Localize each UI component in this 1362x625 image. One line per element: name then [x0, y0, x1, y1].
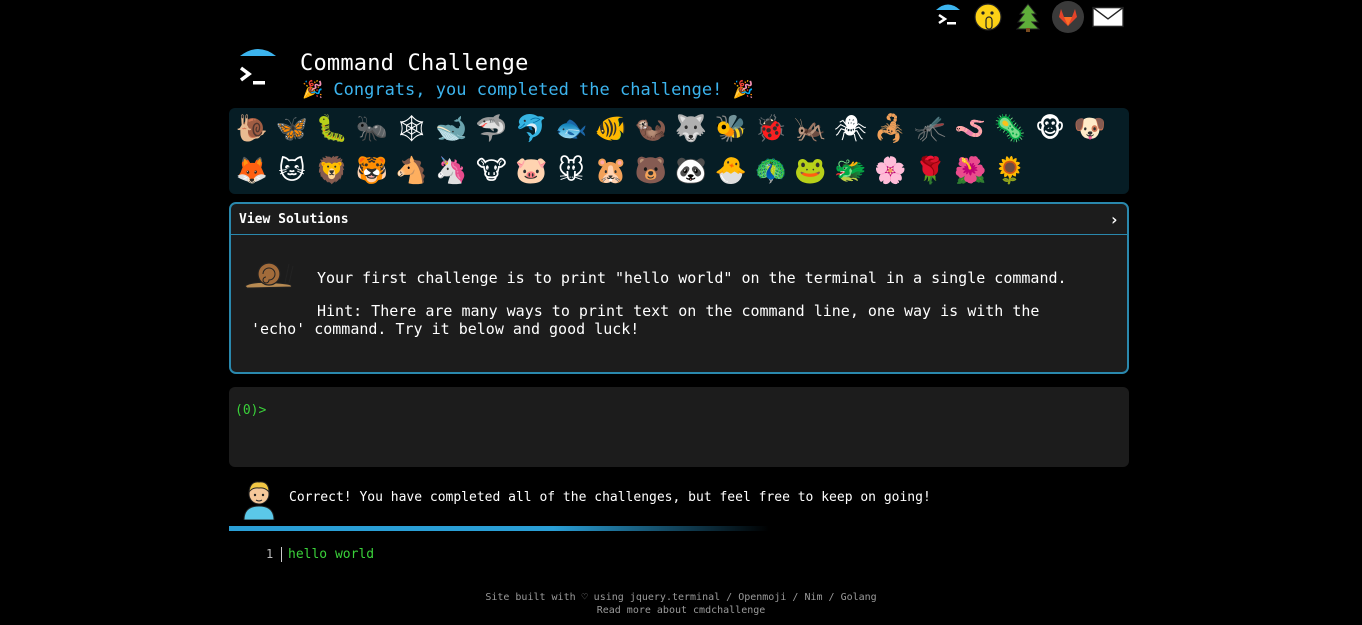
challenge-emoji-icon[interactable]: 🦁 [313, 152, 351, 190]
page-header: Command Challenge 🎉 Congrats, you comple… [236, 44, 796, 104]
view-solutions-label: View Solutions [239, 211, 349, 227]
challenge-emoji-icon[interactable]: 🦠 [991, 110, 1029, 148]
challenge-emoji-icon[interactable]: 🐟 [552, 110, 590, 148]
challenge-emoji-icon[interactable]: 🌸 [871, 152, 909, 190]
cmdchallenge-logo-icon [236, 46, 280, 90]
challenge-emoji-icon[interactable]: 🐶 [1071, 110, 1109, 148]
challenge-emoji-icon[interactable]: 🌹 [911, 152, 949, 190]
challenge-emoji-icon[interactable]: 🐜 [353, 110, 391, 148]
challenge-emoji-icon[interactable]: 🪱 [951, 110, 989, 148]
challenge-emoji-icon[interactable]: 🐵 [1031, 110, 1069, 148]
challenge-emoji-icon[interactable]: 🌺 [951, 152, 989, 190]
challenge-emoji-icon[interactable]: 🐻 [632, 152, 670, 190]
chevron-right-icon: › [1109, 209, 1119, 229]
challenge-emoji-icon[interactable]: 🌻 [991, 152, 1029, 190]
footer-link[interactable]: Openmoji [738, 592, 786, 603]
challenge-emoji-icon[interactable]: 🐺 [672, 110, 710, 148]
footer: Site built with ♡ using jquery.terminal … [0, 591, 1362, 617]
challenge-emoji-icon[interactable]: 🐠 [592, 110, 630, 148]
footer-link[interactable]: Golang [841, 592, 877, 603]
line-number: 1 [266, 547, 274, 561]
challenge-emoji-icon[interactable]: 🕷 [832, 110, 870, 148]
prompt-text: (0)> [235, 403, 267, 418]
challenge-hint: Hint: There are many ways to print text … [251, 302, 1040, 338]
line-divider [281, 547, 282, 562]
man-icon [241, 478, 277, 521]
challenge-emoji-icon[interactable]: 🐷 [512, 152, 550, 190]
challenge-emoji-icon[interactable]: 🐹 [592, 152, 630, 190]
challenge-emoji-icon[interactable]: 🐞 [752, 110, 790, 148]
challenge-emoji-icon[interactable]: 🐴 [393, 152, 431, 190]
challenge-emoji-icon[interactable]: 🦊 [233, 152, 271, 190]
hush-face-icon[interactable] [972, 1, 1004, 33]
challenge-emoji-icon[interactable]: 🐛 [313, 110, 351, 148]
challenge-emoji-icon[interactable]: 🦄 [433, 152, 471, 190]
challenge-description: Your first challenge is to print "hello … [317, 269, 1067, 287]
challenge-emoji-icon[interactable]: 🦗 [792, 110, 830, 148]
view-solutions-toggle[interactable]: View Solutions › [231, 204, 1127, 235]
challenge-emoji-icon[interactable]: 🕸 [393, 110, 431, 148]
challenge-emoji-icon[interactable]: 🐝 [712, 110, 750, 148]
footer-prefix: Site built with ♡ using [485, 592, 624, 603]
challenge-emoji-icon[interactable]: 🦦 [632, 110, 670, 148]
result-text: Correct! You have completed all of the c… [289, 490, 931, 505]
evergreen-tree-icon[interactable] [1012, 1, 1044, 33]
footer-link[interactable]: jquery.terminal [630, 592, 720, 603]
challenge-emoji-icon[interactable]: 🐭 [552, 152, 590, 190]
challenge-emoji-icon[interactable]: 🐱 [273, 152, 311, 190]
congrats-message: 🎉 Congrats, you completed the challenge!… [302, 80, 754, 100]
terminal-prompt[interactable]: (0)> [235, 403, 268, 418]
gitlab-icon[interactable] [1052, 1, 1084, 33]
challenge-emoji-icon[interactable]: 🦚 [752, 152, 790, 190]
challenge-emoji-icon[interactable]: 🐸 [792, 152, 830, 190]
challenge-emoji-icon[interactable]: 🐬 [512, 110, 550, 148]
challenge-box: View Solutions › Your first challenge is… [229, 202, 1129, 374]
completion-bar [229, 526, 769, 531]
top-icon-bar [928, 0, 1128, 36]
challenge-emoji-icon[interactable]: 🐮 [472, 152, 510, 190]
footer-credits: Site built with ♡ using jquery.terminal … [485, 592, 877, 603]
challenge-emoji-icon[interactable]: 🐣 [712, 152, 750, 190]
footer-link[interactable]: Nim [804, 592, 822, 603]
read-more-link[interactable]: Read more about cmdchallenge [597, 605, 766, 616]
challenge-emoji-icon[interactable]: 🐌 [233, 110, 271, 148]
output-line: hello world [288, 547, 375, 562]
challenge-progress-panel: 🐌 🦋 🐛 🐜 🕸 🐋 🦈 🐬 🐟 🐠 🦦 🐺 🐝 🐞 🦗 🕷 🦂 🦟 🪱 🦠 🐵 🐶 🦊 🐱 🦁 🐯 🐴 🦄 🐮 🐷 🐭 🐹 🐻 🐼 🐣 🦚 🐸 🐲 🌸… [229, 108, 1129, 194]
challenge-emoji-icon[interactable]: 🦟 [911, 110, 949, 148]
envelope-icon[interactable] [1092, 1, 1124, 33]
challenge-emoji-icon[interactable]: 🐋 [433, 110, 471, 148]
challenge-emoji-icon[interactable]: 🦋 [273, 110, 311, 148]
snail-icon [243, 256, 295, 290]
cmdchallenge-logo-icon[interactable] [932, 1, 964, 33]
challenge-emoji-icon[interactable]: 🐼 [672, 152, 710, 190]
result-message: Correct! You have completed all of the c… [229, 476, 1129, 526]
challenge-emoji-icon[interactable]: 🐯 [353, 152, 391, 190]
challenge-emoji-icon[interactable]: 🦂 [871, 110, 909, 148]
page-title: Command Challenge [300, 51, 529, 76]
challenge-emoji-icon[interactable]: 🦈 [472, 110, 510, 148]
challenge-emoji-icon[interactable]: 🐲 [832, 152, 870, 190]
terminal[interactable]: (0)> [229, 387, 1129, 467]
